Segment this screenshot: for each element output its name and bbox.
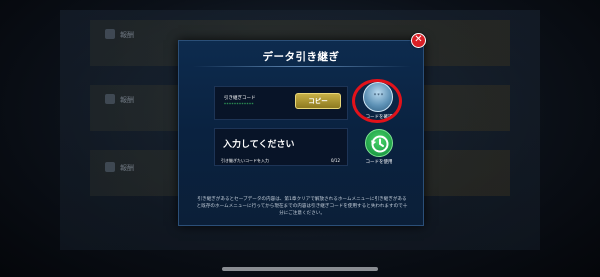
background-item-icon [105,29,115,39]
background-item-icon [105,94,115,104]
history-icon [365,129,393,157]
background-item-label: 報酬 [120,164,134,172]
transfer-code-box: 引き継ぎコード ************ コピー [214,86,348,120]
transfer-code-value: ************ [224,102,254,107]
close-button[interactable]: ✕ [411,33,426,48]
dialog-title: データ引き継ぎ [262,51,340,63]
code-input-hint: 引き継ぎたいコードを入力 [221,158,269,163]
title-divider [193,66,411,67]
background-item-icon [105,162,115,172]
code-input-placeholder: 入力してください [223,140,295,150]
use-code-button[interactable]: コードを使用 [354,128,404,170]
home-indicator[interactable] [222,267,378,271]
close-icon: ✕ [414,34,423,45]
use-code-label: コードを使用 [365,160,393,165]
code-input-counter: 0/12 [331,158,340,163]
code-input-field[interactable]: 入力してください 引き継ぎたいコードを入力 0/12 [214,128,348,166]
background-item-label: 報酬 [120,31,134,39]
copy-button[interactable]: コピー [295,93,341,109]
highlight-ring [352,79,402,123]
notice-text: 引き継ぎがあるとセーブデータの内容は、第1章クリアで解放されるホームメニューに引… [196,197,408,216]
transfer-code-label: 引き継ぎコード [224,96,256,101]
background-item-label: 報酬 [120,96,134,104]
